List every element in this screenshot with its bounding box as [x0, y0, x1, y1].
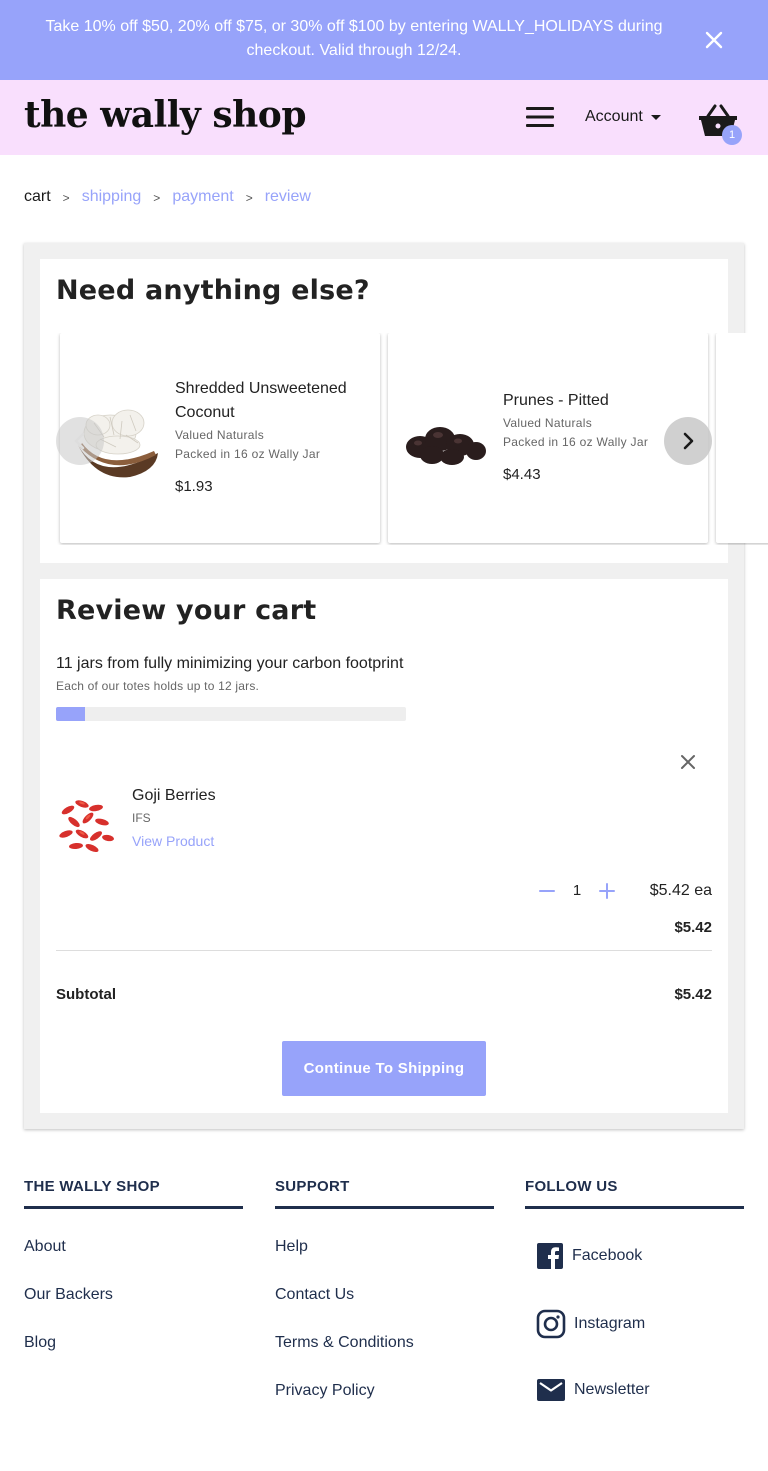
mail-icon	[537, 1379, 565, 1401]
product-packaging: Packed in 16 oz Wally Jar	[175, 447, 321, 461]
footer-heading: FOLLOW US	[525, 1178, 744, 1209]
subtotal-label: Subtotal	[56, 986, 116, 1003]
product-name: Prunes - Pitted	[503, 392, 609, 409]
footer-link-newsletter[interactable]: Newsletter	[536, 1377, 650, 1403]
carousel-next-button[interactable]	[664, 417, 712, 465]
chevron-left-icon	[74, 432, 85, 450]
newsletter-label: Newsletter	[574, 1381, 650, 1398]
footer-link-help[interactable]: Help	[275, 1238, 308, 1256]
prunes-image	[406, 427, 486, 465]
breadcrumb-review[interactable]: review	[265, 188, 311, 206]
product-brand: Valued Naturals	[503, 416, 592, 430]
promo-text: Take 10% off $50, 20% off $75, or 30% of…	[45, 18, 663, 59]
footer-column-follow-us: FOLLOW US	[525, 1178, 744, 1209]
footer-link-blog[interactable]: Blog	[24, 1334, 56, 1352]
site-header: the wally shop Account	[0, 80, 768, 155]
breadcrumb-shipping[interactable]: shipping	[82, 188, 142, 206]
instagram-icon	[536, 1309, 566, 1339]
divider	[56, 950, 712, 951]
product-card[interactable]	[716, 333, 768, 543]
facebook-icon	[537, 1243, 563, 1269]
breadcrumb-separator: >	[245, 191, 253, 205]
cart-count-badge: 1	[722, 125, 742, 145]
promo-banner: Take 10% off $50, 20% off $75, or 30% of…	[0, 0, 768, 80]
product-card[interactable]: Prunes - Pitted Valued Naturals Packed i…	[388, 333, 708, 543]
breadcrumb-separator: >	[153, 191, 161, 205]
footprint-text: 11 jars from fully minimizing your carbo…	[56, 655, 404, 672]
breadcrumb: cart > shipping > payment > review	[24, 188, 311, 206]
footer-link-our-backers[interactable]: Our Backers	[24, 1286, 113, 1304]
item-name: Goji Berries	[132, 787, 216, 804]
subtotal-value: $5.42	[674, 986, 712, 1003]
breadcrumb-separator: >	[62, 191, 70, 205]
review-title: Review your cart	[56, 595, 317, 626]
product-carousel: Shredded Unsweetened Coconut Valued Natu…	[56, 333, 768, 545]
breadcrumb-cart: cart	[24, 188, 51, 205]
view-product-link[interactable]: View Product	[132, 833, 214, 849]
plus-icon[interactable]	[596, 880, 618, 902]
upsell-title: Need anything else?	[56, 275, 370, 306]
footer-heading: SUPPORT	[275, 1178, 494, 1209]
jar-progress-bar	[56, 707, 406, 721]
account-menu[interactable]: Account	[585, 108, 661, 126]
close-icon[interactable]	[700, 26, 728, 54]
minus-icon[interactable]	[536, 880, 558, 902]
product-price: $4.43	[503, 466, 541, 483]
chevron-right-icon	[683, 432, 694, 450]
remove-item-icon[interactable]	[676, 750, 700, 774]
product-packaging: Packed in 16 oz Wally Jar	[503, 435, 649, 449]
product-card[interactable]: Shredded Unsweetened Coconut Valued Natu…	[60, 333, 380, 543]
breadcrumb-payment[interactable]: payment	[172, 188, 233, 206]
continue-to-shipping-button[interactable]: Continue To Shipping	[282, 1041, 486, 1096]
line-total: $5.42	[674, 919, 712, 936]
quantity-value: 1	[572, 882, 582, 899]
site-logo[interactable]: the wally shop	[24, 94, 306, 136]
footer-column-wally-shop: THE WALLY SHOP	[24, 1178, 243, 1209]
jar-progress-fill	[56, 707, 86, 721]
footprint-subtext: Each of our totes holds up to 12 jars.	[56, 679, 260, 693]
unit-price: $5.42 ea	[649, 882, 712, 899]
menu-icon[interactable]	[524, 104, 556, 130]
footer-link-terms[interactable]: Terms & Conditions	[275, 1334, 414, 1352]
account-label: Account	[585, 108, 643, 125]
instagram-label: Instagram	[574, 1315, 646, 1332]
item-brand: IFS	[132, 811, 151, 825]
chevron-down-icon	[650, 114, 661, 120]
footer-link-facebook[interactable]: Facebook	[536, 1242, 642, 1270]
footer-link-instagram[interactable]: Instagram	[536, 1309, 645, 1339]
product-price: $1.93	[175, 478, 213, 495]
footer-link-about[interactable]: About	[24, 1238, 66, 1256]
product-name: Shredded Unsweetened Coconut	[175, 380, 347, 421]
footer-heading: THE WALLY SHOP	[24, 1178, 243, 1209]
footer-link-contact-us[interactable]: Contact Us	[275, 1286, 354, 1304]
footer-link-privacy-policy[interactable]: Privacy Policy	[275, 1382, 375, 1400]
goji-berries-image	[59, 800, 114, 853]
carousel-prev-button[interactable]	[56, 417, 104, 465]
product-brand: Valued Naturals	[175, 428, 264, 442]
footer-column-support: SUPPORT	[275, 1178, 494, 1209]
facebook-label: Facebook	[572, 1247, 643, 1264]
